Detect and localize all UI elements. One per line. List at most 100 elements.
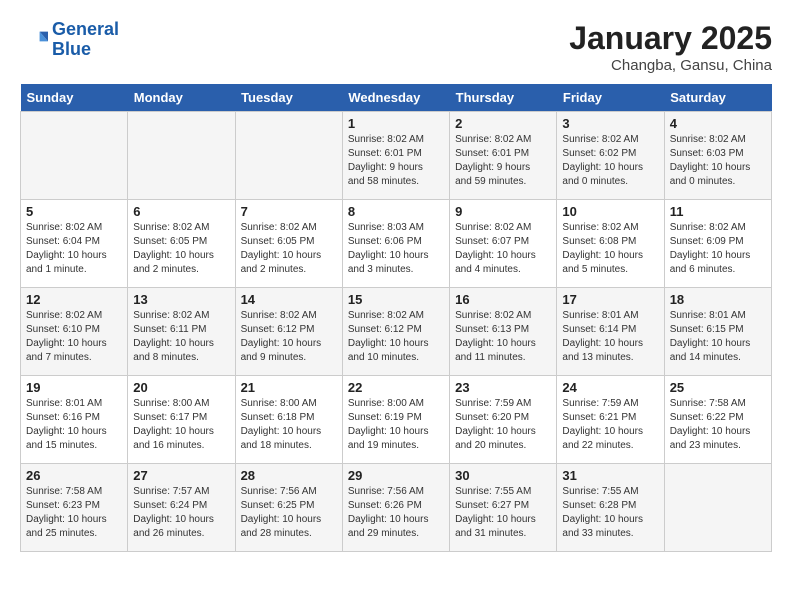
day-number: 4 [670,116,766,131]
page-header: General Blue January 2025 Changba, Gansu… [20,20,772,74]
day-info: Sunrise: 8:02 AM Sunset: 6:12 PM Dayligh… [241,309,337,365]
day-number: 16 [455,292,551,307]
calendar-cell: 3 Sunrise: 8:02 AM Sunset: 6:02 PM Daylig… [557,112,664,200]
week-row-1: 1 Sunrise: 8:02 AM Sunset: 6:01 PM Daylig… [21,112,772,200]
column-header-friday: Friday [557,84,664,112]
day-number: 19 [26,380,122,395]
calendar-cell: 4Sunrise: 8:02 AM Sunset: 6:03 PM Daylig… [664,112,771,200]
column-header-monday: Monday [128,84,235,112]
day-number: 23 [455,380,551,395]
day-number: 15 [348,292,444,307]
column-header-wednesday: Wednesday [342,84,449,112]
day-number: 9 [455,204,551,219]
day-number: 31 [562,468,658,483]
calendar-cell [128,112,235,200]
day-info: Sunrise: 7:59 AM Sunset: 6:20 PM Dayligh… [455,397,551,453]
day-info: Sunrise: 8:00 AM Sunset: 6:17 PM Dayligh… [133,397,229,453]
day-number: 6 [133,204,229,219]
day-number: 7 [241,204,337,219]
day-info: Sunrise: 8:03 AM Sunset: 6:06 PM Dayligh… [348,221,444,277]
day-info: Sunrise: 8:02 AM Sunset: 6:01 PM Dayligh… [348,133,444,189]
calendar-cell: 19 Sunrise: 8:01 AM Sunset: 6:16 PM Dayli… [21,376,128,464]
calendar-cell: 23 Sunrise: 7:59 AM Sunset: 6:20 PM Dayli… [450,376,557,464]
day-number: 11 [670,204,766,219]
day-number: 26 [26,468,122,483]
day-info: Sunrise: 8:02 AM Sunset: 6:02 PM Dayligh… [562,133,658,189]
calendar-cell: 15 Sunrise: 8:02 AM Sunset: 6:12 PM Dayli… [342,288,449,376]
day-number: 18 [670,292,766,307]
day-number: 12 [26,292,122,307]
calendar-cell: 28 Sunrise: 7:56 AM Sunset: 6:25 PM Dayli… [235,464,342,552]
calendar-cell: 21Sunrise: 8:00 AM Sunset: 6:18 PM Dayli… [235,376,342,464]
calendar-cell [235,112,342,200]
day-info: Sunrise: 8:02 AM Sunset: 6:05 PM Dayligh… [133,221,229,277]
calendar-cell: 9 Sunrise: 8:02 AM Sunset: 6:07 PM Daylig… [450,200,557,288]
column-header-thursday: Thursday [450,84,557,112]
day-number: 2 [455,116,551,131]
calendar-cell: 11 Sunrise: 8:02 AM Sunset: 6:09 PM Dayli… [664,200,771,288]
day-number: 14 [241,292,337,307]
calendar-table: SundayMondayTuesdayWednesdayThursdayFrid… [20,84,772,552]
calendar-cell: 12 Sunrise: 8:02 AM Sunset: 6:10 PM Dayli… [21,288,128,376]
week-row-2: 5 Sunrise: 8:02 AM Sunset: 6:04 PM Daylig… [21,200,772,288]
day-info: Sunrise: 8:02 AM Sunset: 6:05 PM Dayligh… [241,221,337,277]
day-info: Sunrise: 8:02 AM Sunset: 6:08 PM Dayligh… [562,221,658,277]
title-block: January 2025 Changba, Gansu, China [569,20,772,74]
calendar-cell: 10 Sunrise: 8:02 AM Sunset: 6:08 PM Dayli… [557,200,664,288]
calendar-cell: 24 Sunrise: 7:59 AM Sunset: 6:21 PM Dayli… [557,376,664,464]
logo: General Blue [20,20,119,60]
calendar-title: January 2025 [569,20,772,57]
day-number: 28 [241,468,337,483]
logo-icon [20,26,48,54]
day-info: Sunrise: 8:02 AM Sunset: 6:04 PM Dayligh… [26,221,122,277]
day-info: Sunrise: 7:55 AM Sunset: 6:28 PM Dayligh… [562,485,658,541]
day-info: Sunrise: 8:02 AM Sunset: 6:01 PM Dayligh… [455,133,551,189]
day-number: 17 [562,292,658,307]
day-info: Sunrise: 8:01 AM Sunset: 6:15 PM Dayligh… [670,309,766,365]
week-row-4: 19 Sunrise: 8:01 AM Sunset: 6:16 PM Dayli… [21,376,772,464]
column-header-saturday: Saturday [664,84,771,112]
day-info: Sunrise: 8:00 AM Sunset: 6:18 PM Dayligh… [241,397,337,453]
calendar-cell: 18 Sunrise: 8:01 AM Sunset: 6:15 PM Dayli… [664,288,771,376]
day-number: 24 [562,380,658,395]
calendar-cell [21,112,128,200]
logo-text: General Blue [52,20,119,60]
day-number: 29 [348,468,444,483]
day-info: Sunrise: 8:01 AM Sunset: 6:16 PM Dayligh… [26,397,122,453]
calendar-subtitle: Changba, Gansu, China [569,57,772,74]
day-info: Sunrise: 8:02 AM Sunset: 6:11 PM Dayligh… [133,309,229,365]
day-info: Sunrise: 7:56 AM Sunset: 6:26 PM Dayligh… [348,485,444,541]
calendar-cell: 1 Sunrise: 8:02 AM Sunset: 6:01 PM Daylig… [342,112,449,200]
day-number: 22 [348,380,444,395]
week-row-3: 12 Sunrise: 8:02 AM Sunset: 6:10 PM Dayli… [21,288,772,376]
column-header-tuesday: Tuesday [235,84,342,112]
day-info: Sunrise: 7:58 AM Sunset: 6:22 PM Dayligh… [670,397,766,453]
day-info: Sunrise: 7:56 AM Sunset: 6:25 PM Dayligh… [241,485,337,541]
calendar-cell: 2 Sunrise: 8:02 AM Sunset: 6:01 PM Daylig… [450,112,557,200]
calendar-cell: 25Sunrise: 7:58 AM Sunset: 6:22 PM Dayli… [664,376,771,464]
day-info: Sunrise: 8:02 AM Sunset: 6:12 PM Dayligh… [348,309,444,365]
calendar-body: 1 Sunrise: 8:02 AM Sunset: 6:01 PM Daylig… [21,112,772,552]
day-info: Sunrise: 7:59 AM Sunset: 6:21 PM Dayligh… [562,397,658,453]
calendar-cell: 31 Sunrise: 7:55 AM Sunset: 6:28 PM Dayli… [557,464,664,552]
day-info: Sunrise: 8:02 AM Sunset: 6:07 PM Dayligh… [455,221,551,277]
calendar-cell: 7 Sunrise: 8:02 AM Sunset: 6:05 PM Daylig… [235,200,342,288]
day-number: 1 [348,116,444,131]
calendar-cell: 29 Sunrise: 7:56 AM Sunset: 6:26 PM Dayli… [342,464,449,552]
calendar-cell: 5 Sunrise: 8:02 AM Sunset: 6:04 PM Daylig… [21,200,128,288]
day-info: Sunrise: 8:02 AM Sunset: 6:09 PM Dayligh… [670,221,766,277]
calendar-cell: 16Sunrise: 8:02 AM Sunset: 6:13 PM Dayli… [450,288,557,376]
day-info: Sunrise: 8:01 AM Sunset: 6:14 PM Dayligh… [562,309,658,365]
calendar-cell: 22Sunrise: 8:00 AM Sunset: 6:19 PM Dayli… [342,376,449,464]
day-number: 8 [348,204,444,219]
column-header-sunday: Sunday [21,84,128,112]
day-number: 10 [562,204,658,219]
day-number: 3 [562,116,658,131]
calendar-header-row: SundayMondayTuesdayWednesdayThursdayFrid… [21,84,772,112]
day-number: 13 [133,292,229,307]
calendar-cell: 13 Sunrise: 8:02 AM Sunset: 6:11 PM Dayli… [128,288,235,376]
day-info: Sunrise: 8:02 AM Sunset: 6:10 PM Dayligh… [26,309,122,365]
calendar-cell [664,464,771,552]
day-number: 5 [26,204,122,219]
day-info: Sunrise: 7:55 AM Sunset: 6:27 PM Dayligh… [455,485,551,541]
